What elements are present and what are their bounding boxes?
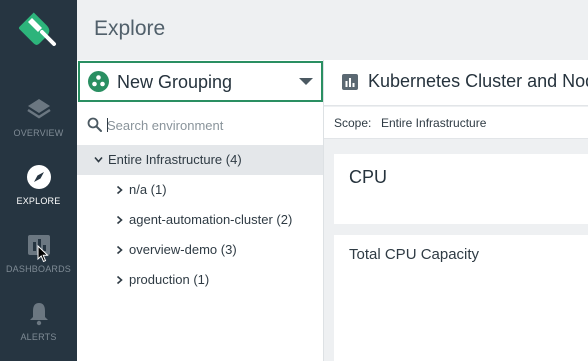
nav-label-dashboards: DASHBOARDS [5,264,71,274]
cpu-section-title: CPU [349,167,388,187]
dashboard-title: Kubernetes Cluster and Node [368,71,588,91]
tree-item-overview-demo[interactable]: overview-demo (3) [77,235,323,265]
tree-item-agent-automation-cluster[interactable]: agent-automation-cluster (2) [77,205,323,235]
text-cursor [107,118,108,132]
bell-icon [29,303,48,326]
tree-label-agent-automation-cluster: agent-automation-cluster (2) [129,212,293,227]
nav-label-explore: EXPLORE [16,196,61,206]
scope-label: Scope: [334,116,372,130]
nav-label-overview: OVERVIEW [13,128,64,138]
chevron-right-icon[interactable] [115,244,124,256]
cpu-capacity-card: Total CPU Capacity [334,235,588,361]
chevron-right-icon[interactable] [115,274,124,286]
tree-label-overview-demo: overview-demo (3) [129,242,237,257]
nav-item-overview[interactable]: OVERVIEW [0,96,77,138]
tree-label-root: Entire Infrastructure (4) [108,152,242,167]
chevron-right-icon[interactable] [115,184,124,196]
grouping-label: New Grouping [117,72,233,92]
nav-label-alerts: ALERTS [20,332,57,342]
page-title: Explore [94,17,166,40]
cpu-section-card: CPU [334,154,588,224]
search-input[interactable] [107,113,307,137]
environment-panel: New Grouping Entire Infrastructure (4) n… [77,60,324,361]
cpu-capacity-title: Total CPU Capacity [349,246,480,263]
chevron-down-icon[interactable] [94,154,103,166]
grouping-icon [88,71,109,92]
bar-chart-icon [342,74,358,90]
tree-item-root[interactable]: Entire Infrastructure (4) [77,145,323,175]
chevron-right-icon[interactable] [115,214,124,226]
dashboard-content: Kubernetes Cluster and Node Scope: Entir… [324,60,588,361]
search-icon [87,117,102,132]
caret-down-icon [299,78,313,85]
layers-icon [26,99,51,119]
mouse-pointer-icon [37,245,49,263]
logo-icon[interactable] [18,8,58,48]
tree-label-production: production (1) [129,272,210,287]
scope-bar: Scope: Entire Infrastructure [324,107,588,139]
tree-item-na[interactable]: n/a (1) [77,175,323,205]
page-header: Explore [77,0,588,60]
compass-icon [26,165,51,189]
environment-tree: Entire Infrastructure (4) n/a (1) agent-… [77,145,323,295]
nav-item-alerts[interactable]: ALERTS [0,300,77,342]
search-bar [77,107,323,143]
dashboard-header: Kubernetes Cluster and Node [324,60,588,106]
nav-item-explore[interactable]: EXPLORE [0,164,77,206]
tree-label-na: n/a (1) [129,182,167,197]
grouping-dropdown[interactable]: New Grouping [78,61,323,102]
tree-item-production[interactable]: production (1) [77,265,323,295]
left-nav: OVERVIEW EXPLORE DASHBOARDS ALERTS [0,0,77,361]
scope-value[interactable]: Entire Infrastructure [381,116,486,130]
